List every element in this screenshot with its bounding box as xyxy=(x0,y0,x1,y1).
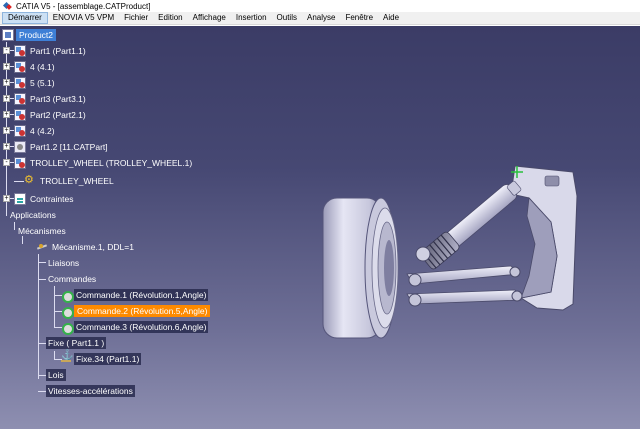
tree-node-commandes[interactable]: Commandes xyxy=(46,272,98,286)
tree-node-commande-2[interactable]: Commande.2 (Révolution.5,Angle) xyxy=(60,304,211,319)
tree-node-trolley-wheel[interactable]: TROLLEY_WHEEL (TROLLEY_WHEEL.1) xyxy=(14,156,194,170)
part-icon xyxy=(14,93,26,105)
tree-node-lois[interactable]: Lois xyxy=(46,368,66,382)
menu-demarrer[interactable]: Démarrer xyxy=(2,12,48,24)
tree-node-label: 5 (5.1) xyxy=(30,78,55,88)
tree-node-commande-1[interactable]: Commande.1 (Révolution.1,Angle) xyxy=(60,288,209,303)
tree-node-label: 4 (4.1) xyxy=(30,62,55,72)
frame-bracket xyxy=(510,165,578,311)
tree-node-mecanisme-1[interactable]: Mécanisme.1, DDL=1 xyxy=(36,240,136,254)
part-icon xyxy=(14,61,26,73)
tree-node-label: Liaisons xyxy=(48,258,80,268)
title-bar: CATIA V5 - [assemblage.CATProduct] xyxy=(0,0,640,12)
collapse-toggle[interactable]: - xyxy=(3,159,10,166)
tree-node-label: TROLLEY_WHEEL xyxy=(40,176,114,186)
tree-node-part2[interactable]: Part2 (Part2.1) xyxy=(14,108,88,122)
gear-icon xyxy=(24,173,36,187)
linkage-arms xyxy=(406,265,523,307)
menu-fichier[interactable]: Fichier xyxy=(119,12,153,24)
expand-toggle[interactable]: + xyxy=(3,143,10,150)
part-icon xyxy=(14,109,26,121)
menu-bar: Démarrer ENOVIA V5 VPM Fichier Edition A… xyxy=(0,12,640,25)
expand-toggle[interactable]: + xyxy=(3,63,10,70)
menu-affichage[interactable]: Affichage xyxy=(188,12,231,24)
tree-node-4-2[interactable]: 4 (4.2) xyxy=(14,124,57,138)
gear-part-icon xyxy=(14,141,26,153)
tree-node-part3[interactable]: Part3 (Part3.1) xyxy=(14,92,88,106)
wheel xyxy=(322,197,399,339)
tree-node-vitesses[interactable]: Vitesses-accélérations xyxy=(46,384,135,398)
tree-node-label: Commandes xyxy=(48,274,97,284)
specification-tree: Product2 Part1 (Part1.1) 4 (4.1) 5 (5.1)… xyxy=(0,26,260,429)
tree-node-label: TROLLEY_WHEEL (TROLLEY_WHEEL.1) xyxy=(30,158,193,168)
tree-root-product2[interactable]: Product2 xyxy=(2,28,57,42)
tree-node-label: Mécanisme.1, DDL=1 xyxy=(52,242,134,252)
expand-toggle[interactable]: + xyxy=(3,127,10,134)
tree-node-fixe-34[interactable]: Fixe.34 (Part1.1) xyxy=(60,350,142,366)
part-icon xyxy=(14,77,26,89)
tree-node-label: Lois xyxy=(46,369,66,381)
expand-toggle[interactable]: + xyxy=(3,111,10,118)
tree-node-label: Commande.1 (Révolution.1,Angle) xyxy=(74,289,209,301)
part-icon xyxy=(14,125,26,137)
tree-node-part1[interactable]: Part1 (Part1.1) xyxy=(14,44,88,58)
tree-node-label: Commande.3 (Révolution.6,Angle) xyxy=(74,321,209,333)
fix-icon xyxy=(60,350,73,365)
command-icon xyxy=(60,321,74,335)
menu-outils[interactable]: Outils xyxy=(272,12,302,24)
expand-toggle[interactable]: + xyxy=(3,95,10,102)
collapse-toggle[interactable]: - xyxy=(3,47,10,54)
command-icon xyxy=(60,289,74,303)
tree-node-label: Commande.2 (Révolution.5,Angle) xyxy=(74,305,211,317)
expand-toggle[interactable]: + xyxy=(3,79,10,86)
menu-fenetre[interactable]: Fenêtre xyxy=(340,12,378,24)
tree-node-label: Applications xyxy=(10,210,56,220)
tree-node-4-1[interactable]: 4 (4.1) xyxy=(14,60,57,74)
catia-logo-icon xyxy=(2,1,12,10)
tree-node-label: Contraintes xyxy=(30,194,74,204)
part-icon xyxy=(14,45,26,57)
tree-node-label: Part1 (Part1.1) xyxy=(30,46,86,56)
menu-analyse[interactable]: Analyse xyxy=(302,12,340,24)
product-icon xyxy=(2,29,14,41)
tree-node-5-1[interactable]: 5 (5.1) xyxy=(14,76,57,90)
expand-toggle[interactable]: + xyxy=(3,195,10,202)
menu-insertion[interactable]: Insertion xyxy=(231,12,272,24)
3d-viewport[interactable]: Product2 Part1 (Part1.1) 4 (4.1) 5 (5.1)… xyxy=(0,26,640,429)
menu-edition[interactable]: Edition xyxy=(153,12,187,24)
tree-node-part1-2[interactable]: Part1.2 [11.CATPart] xyxy=(14,140,110,154)
tree-node-commande-3[interactable]: Commande.3 (Révolution.6,Angle) xyxy=(60,320,209,335)
tree-node-mecanismes[interactable]: Mécanismes xyxy=(16,224,68,238)
trolley-wheel-3d-model[interactable] xyxy=(315,126,615,386)
shock-absorber xyxy=(420,180,522,270)
window-title: CATIA V5 - [assemblage.CATProduct] xyxy=(16,1,151,11)
mechanism-icon xyxy=(36,241,48,253)
menu-enovia[interactable]: ENOVIA V5 VPM xyxy=(48,12,119,24)
tree-node-contraintes[interactable]: Contraintes xyxy=(14,192,75,206)
tree-node-label: Part2 (Part2.1) xyxy=(30,110,86,120)
part-icon xyxy=(14,157,26,169)
tree-node-label: Part3 (Part3.1) xyxy=(30,94,86,104)
tree-node-label: Mécanismes xyxy=(18,226,66,236)
constraints-icon xyxy=(14,193,26,205)
tree-node-trolley-wheel-body[interactable]: TROLLEY_WHEEL xyxy=(24,173,116,188)
tree-node-fixe[interactable]: Fixe ( Part1.1 ) xyxy=(46,336,107,350)
tree-node-label: Part1.2 [11.CATPart] xyxy=(30,142,108,152)
tree-node-liaisons[interactable]: Liaisons xyxy=(46,256,81,270)
menu-aide[interactable]: Aide xyxy=(378,12,404,24)
tree-node-label: Fixe ( Part1.1 ) xyxy=(46,337,107,349)
command-icon xyxy=(60,305,74,319)
tree-node-applications[interactable]: Applications xyxy=(8,208,58,222)
tree-root-label: Product2 xyxy=(16,29,57,41)
tree-node-label: Fixe.34 (Part1.1) xyxy=(74,353,142,365)
tree-node-label: 4 (4.2) xyxy=(30,126,55,136)
tree-node-label: Vitesses-accélérations xyxy=(46,385,135,397)
